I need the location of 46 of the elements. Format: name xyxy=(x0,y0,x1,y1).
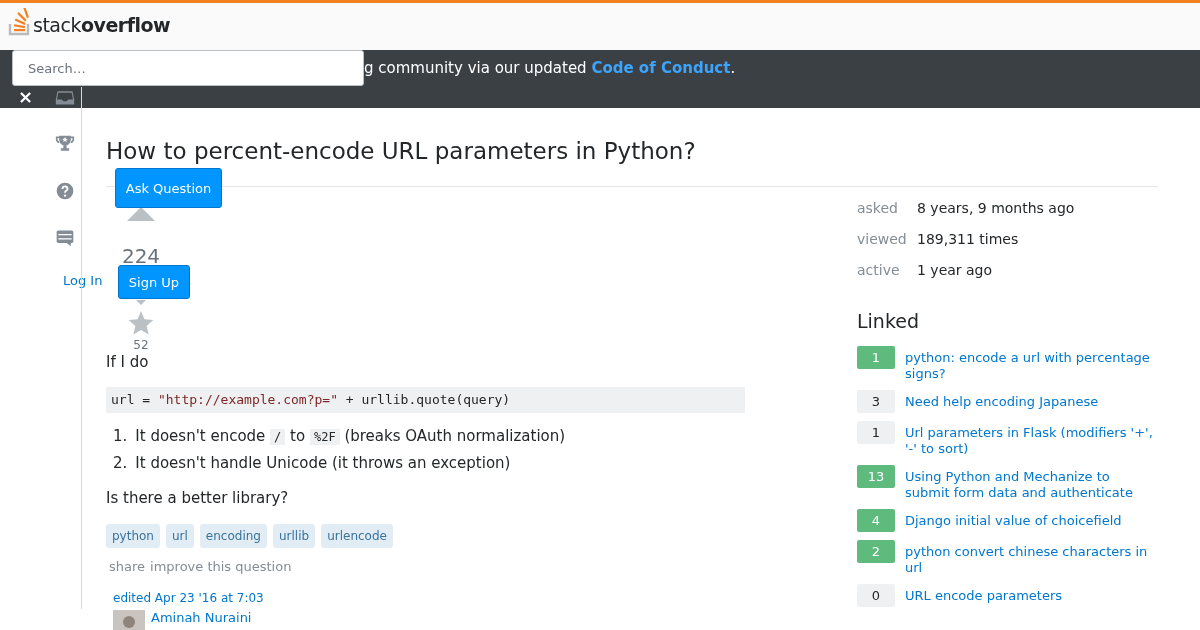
question-link[interactable]: python convert chinese characters in url xyxy=(905,544,1157,576)
stat-label: active xyxy=(857,261,901,280)
ask-question-button[interactable]: Ask Question xyxy=(115,168,222,208)
stat-label: asked xyxy=(857,199,899,218)
edited-link[interactable]: edited Apr 23 '16 at 7:03 xyxy=(113,591,264,605)
tag[interactable]: encoding xyxy=(199,524,267,548)
code-of-conduct-link[interactable]: Code of Conduct xyxy=(591,59,731,77)
log-in-link[interactable]: Log In xyxy=(63,273,103,288)
question-link[interactable]: Django initial value of choicefield xyxy=(905,513,1122,532)
post-menu-link[interactable]: improve this question xyxy=(150,559,292,574)
logo-text[interactable]: stackoverflow xyxy=(33,13,171,36)
close-icon[interactable]: × xyxy=(18,88,34,105)
code-block: url = "http://example.com?p=" + urllib.quote(query) xyxy=(106,387,745,413)
question-link[interactable]: Using Python and Mechanize to submit form data and authenticate xyxy=(905,469,1157,501)
answer-count: 4 xyxy=(857,509,895,532)
sign-up-button[interactable]: Sign Up xyxy=(118,265,190,299)
question-link[interactable]: Url parameters in Flask (modifiers '+', '-' to sort) xyxy=(905,425,1157,457)
answer-count: 13 xyxy=(857,465,895,488)
list-item-text: It doesn't encode / to %2F (breaks OAuth normalization) xyxy=(135,426,566,447)
stat-value: 189,311 times xyxy=(917,230,1019,249)
answer-count: 3 xyxy=(857,390,895,413)
list-number: 1. xyxy=(113,426,128,447)
tag[interactable]: url xyxy=(166,524,194,548)
answer-count: 1 xyxy=(857,421,895,444)
post-paragraph: Is there a better library? xyxy=(106,488,290,508)
answer-count: 1 xyxy=(857,346,895,369)
question-link[interactable]: URL encode parameters xyxy=(905,588,1063,607)
section-heading: Linked xyxy=(857,310,920,332)
user-name-link[interactable]: Aminah Nuraini xyxy=(151,610,252,630)
banner-text: g community via our updated Code of Conduct. xyxy=(364,59,736,79)
question-link[interactable]: Need help encoding Japanese xyxy=(905,394,1099,413)
post-paragraph: If I do xyxy=(106,352,150,372)
favorite-count: 52 xyxy=(133,338,149,352)
post-menu-link[interactable]: share xyxy=(109,559,146,574)
stat-value: 8 years, 9 months ago xyxy=(917,199,1075,218)
stat-value: 1 year ago xyxy=(917,261,993,280)
list-number: 2. xyxy=(113,453,128,474)
question-link[interactable]: python: encode a url with percentage signs? xyxy=(905,350,1157,382)
tag[interactable]: python xyxy=(106,524,160,548)
list-item-text: It doesn't handle Unicode (it throws an exception) xyxy=(135,453,511,474)
search-field[interactable]: Search… xyxy=(12,50,364,86)
tag[interactable]: urllib xyxy=(272,524,316,548)
stat-label: viewed xyxy=(857,230,908,249)
answer-count: 0 xyxy=(857,584,895,607)
tag[interactable]: urlencode xyxy=(321,524,393,548)
answer-count: 2 xyxy=(857,540,895,563)
